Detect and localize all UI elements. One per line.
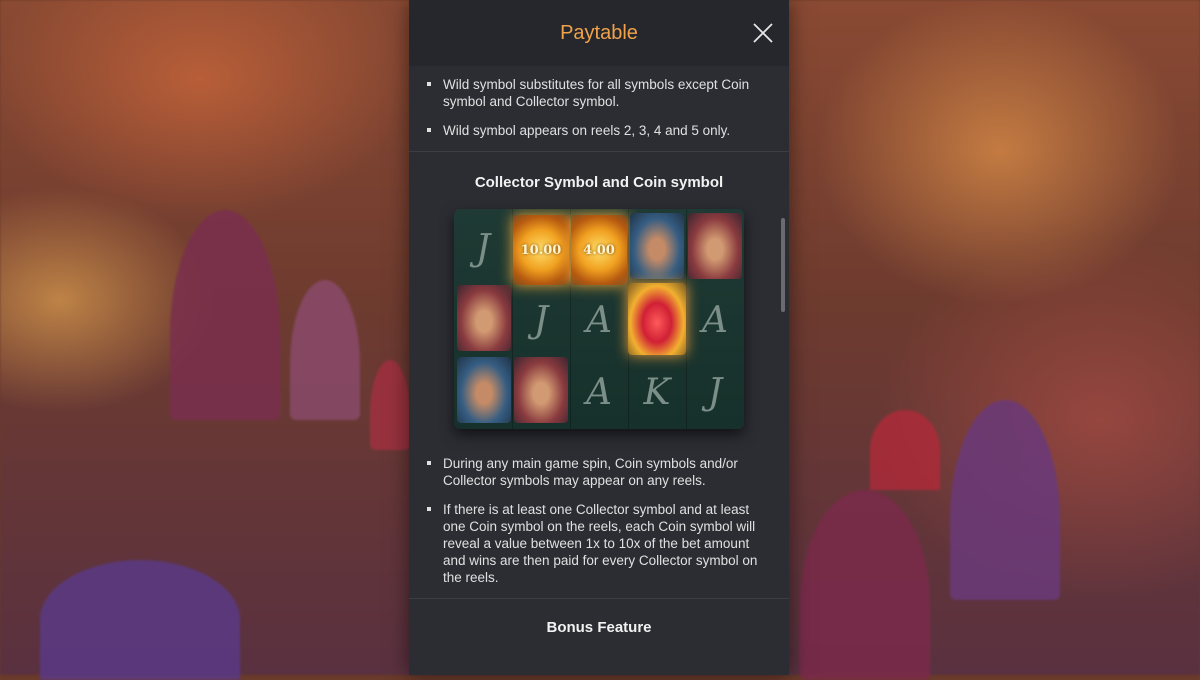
dome-decoration (870, 410, 940, 490)
reels-illustration: J 10.00 J 4.00 A A K A J (454, 209, 744, 429)
paytable-header: Paytable (409, 0, 789, 66)
coin-symbol: 10.00 (513, 215, 569, 285)
section-title: Collector Symbol and Coin symbol (474, 174, 724, 191)
letter-symbol: K (643, 371, 671, 413)
collector-bullet: During any main game spin, Coin symbols … (427, 455, 765, 489)
wild-bullet: Wild symbol substitutes for all symbols … (427, 76, 769, 110)
tower-decoration (170, 210, 280, 420)
letter-symbol: J (707, 371, 723, 413)
coin-symbol: 4.00 (571, 215, 627, 285)
paytable-panel: Paytable Wild symbol substitutes for all… (409, 0, 789, 675)
wild-bullet: Wild symbol appears on reels 2, 3, 4 and… (427, 122, 769, 139)
collector-bullet: If there is at least one Collector symbo… (427, 501, 765, 586)
collector-section: Collector Symbol and Coin symbol J 10.00… (409, 152, 789, 586)
section-title: Bonus Feature (546, 619, 652, 636)
tower-decoration (290, 280, 360, 420)
letter-symbol: A (586, 371, 612, 413)
letter-symbol: J (533, 299, 549, 341)
bonus-section: Bonus Feature (409, 599, 789, 636)
tower-decoration (950, 400, 1060, 600)
tower-decoration (800, 490, 930, 680)
letter-symbol: J (475, 227, 491, 269)
close-icon[interactable] (751, 21, 775, 45)
dome-decoration (40, 560, 240, 680)
collector-urn-symbol (628, 283, 686, 355)
character-symbol (688, 213, 742, 279)
wild-section: Wild symbol substitutes for all symbols … (409, 66, 789, 139)
character-symbol (457, 357, 511, 423)
character-symbol (630, 213, 684, 279)
letter-symbol: A (586, 299, 612, 341)
character-symbol (514, 357, 568, 423)
paytable-title: Paytable (560, 21, 638, 44)
character-symbol (457, 285, 511, 351)
tower-decoration (370, 360, 410, 450)
scrollbar-thumb[interactable] (781, 218, 785, 312)
letter-symbol: A (702, 299, 728, 341)
